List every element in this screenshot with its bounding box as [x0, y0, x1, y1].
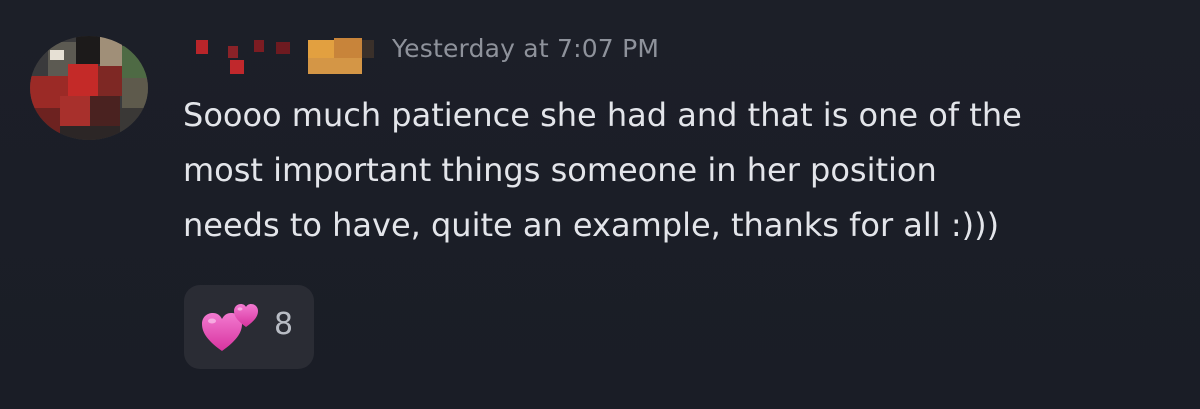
- reaction-count: 8: [274, 307, 294, 342]
- message-content: Soooo much patience she had and that is …: [183, 88, 1193, 253]
- message-line: most important things someone in her pos…: [183, 151, 937, 189]
- chat-message: Yesterday at 7:07 PM Soooo much patience…: [0, 0, 1200, 409]
- timestamp[interactable]: Yesterday at 7:07 PM: [392, 34, 659, 63]
- message-line: needs to have, quite an example, thanks …: [183, 206, 1000, 244]
- message-line: Soooo much patience she had and that is …: [183, 96, 1022, 134]
- two-hearts-icon: [202, 304, 258, 351]
- username-redacted[interactable]: [188, 36, 378, 78]
- avatar[interactable]: [30, 36, 148, 140]
- reaction-button[interactable]: 8: [184, 285, 314, 369]
